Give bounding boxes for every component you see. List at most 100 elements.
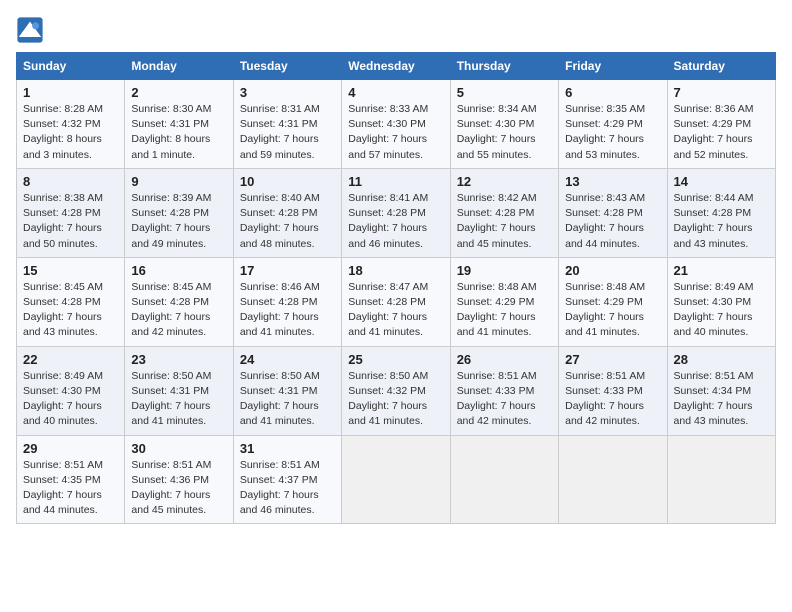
day-detail: Sunrise: 8:40 AMSunset: 4:28 PMDaylight:… [240, 191, 335, 252]
day-number: 14 [674, 174, 769, 189]
day-number: 12 [457, 174, 552, 189]
calendar-cell [667, 435, 775, 524]
day-number: 28 [674, 352, 769, 367]
day-number: 4 [348, 85, 443, 100]
day-number: 7 [674, 85, 769, 100]
day-detail: Sunrise: 8:39 AMSunset: 4:28 PMDaylight:… [131, 191, 226, 252]
calendar-cell: 7 Sunrise: 8:36 AMSunset: 4:29 PMDaylight… [667, 80, 775, 169]
day-detail: Sunrise: 8:50 AMSunset: 4:31 PMDaylight:… [131, 369, 226, 430]
day-number: 10 [240, 174, 335, 189]
calendar-cell: 12Sunrise: 8:42 AMSunset: 4:28 PMDayligh… [450, 168, 558, 257]
header [16, 16, 776, 44]
day-number: 9 [131, 174, 226, 189]
day-number: 27 [565, 352, 660, 367]
day-number: 6 [565, 85, 660, 100]
weekday-header-monday: Monday [125, 53, 233, 80]
day-number: 2 [131, 85, 226, 100]
calendar-cell: 25 Sunrise: 8:50 AMSunset: 4:32 PMDayligh… [342, 346, 450, 435]
day-number: 3 [240, 85, 335, 100]
day-detail: Sunrise: 8:51 AMSunset: 4:33 PMDaylight:… [457, 369, 552, 430]
calendar-week-5: 29 Sunrise: 8:51 AMSunset: 4:35 PMDayligh… [17, 435, 776, 524]
calendar-cell: 14 Sunrise: 8:44 AMSunset: 4:28 PMDayligh… [667, 168, 775, 257]
day-number: 26 [457, 352, 552, 367]
day-detail: Sunrise: 8:51 AMSunset: 4:37 PMDaylight:… [240, 458, 335, 519]
weekday-header-tuesday: Tuesday [233, 53, 341, 80]
day-number: 24 [240, 352, 335, 367]
calendar-cell: 19 Sunrise: 8:48 AMSunset: 4:29 PMDayligh… [450, 257, 558, 346]
calendar-cell: 3 Sunrise: 8:31 AMSunset: 4:31 PMDaylight… [233, 80, 341, 169]
day-number: 25 [348, 352, 443, 367]
day-detail: Sunrise: 8:41 AMSunset: 4:28 PMDaylight:… [348, 191, 443, 252]
day-number: 29 [23, 441, 118, 456]
day-detail: Sunrise: 8:51 AMSunset: 4:34 PMDaylight:… [674, 369, 769, 430]
day-number: 20 [565, 263, 660, 278]
day-number: 23 [131, 352, 226, 367]
calendar-cell: 2 Sunrise: 8:30 AMSunset: 4:31 PMDaylight… [125, 80, 233, 169]
day-number: 13 [565, 174, 660, 189]
day-detail: Sunrise: 8:49 AMSunset: 4:30 PMDaylight:… [674, 280, 769, 341]
calendar-week-1: 1Sunrise: 8:28 AMSunset: 4:32 PMDaylight… [17, 80, 776, 169]
day-detail: Sunrise: 8:51 AMSunset: 4:36 PMDaylight:… [131, 458, 226, 519]
day-number: 11 [348, 174, 443, 189]
calendar-week-2: 8 Sunrise: 8:38 AMSunset: 4:28 PMDaylight… [17, 168, 776, 257]
calendar-cell: 5 Sunrise: 8:34 AMSunset: 4:30 PMDaylight… [450, 80, 558, 169]
weekday-header-wednesday: Wednesday [342, 53, 450, 80]
calendar-cell: 26 Sunrise: 8:51 AMSunset: 4:33 PMDayligh… [450, 346, 558, 435]
calendar-cell: 22Sunrise: 8:49 AMSunset: 4:30 PMDayligh… [17, 346, 125, 435]
day-number: 19 [457, 263, 552, 278]
day-detail: Sunrise: 8:49 AMSunset: 4:30 PMDaylight:… [23, 369, 118, 430]
weekday-header-friday: Friday [559, 53, 667, 80]
day-number: 17 [240, 263, 335, 278]
calendar-table: SundayMondayTuesdayWednesdayThursdayFrid… [16, 52, 776, 524]
calendar-cell: 20 Sunrise: 8:48 AMSunset: 4:29 PMDayligh… [559, 257, 667, 346]
day-detail: Sunrise: 8:50 AMSunset: 4:31 PMDaylight:… [240, 369, 335, 430]
day-detail: Sunrise: 8:45 AMSunset: 4:28 PMDaylight:… [23, 280, 118, 341]
day-number: 21 [674, 263, 769, 278]
day-detail: Sunrise: 8:31 AMSunset: 4:31 PMDaylight:… [240, 102, 335, 163]
calendar-cell: 21 Sunrise: 8:49 AMSunset: 4:30 PMDayligh… [667, 257, 775, 346]
calendar-cell: 27 Sunrise: 8:51 AMSunset: 4:33 PMDayligh… [559, 346, 667, 435]
calendar-cell: 10 Sunrise: 8:40 AMSunset: 4:28 PMDayligh… [233, 168, 341, 257]
day-detail: Sunrise: 8:48 AMSunset: 4:29 PMDaylight:… [457, 280, 552, 341]
calendar-cell [342, 435, 450, 524]
weekday-header-saturday: Saturday [667, 53, 775, 80]
calendar-cell: 23 Sunrise: 8:50 AMSunset: 4:31 PMDayligh… [125, 346, 233, 435]
calendar-week-3: 15 Sunrise: 8:45 AMSunset: 4:28 PMDayligh… [17, 257, 776, 346]
calendar-cell: 24 Sunrise: 8:50 AMSunset: 4:31 PMDayligh… [233, 346, 341, 435]
day-detail: Sunrise: 8:48 AMSunset: 4:29 PMDaylight:… [565, 280, 660, 341]
calendar-cell: 1Sunrise: 8:28 AMSunset: 4:32 PMDaylight… [17, 80, 125, 169]
calendar-cell: 30 Sunrise: 8:51 AMSunset: 4:36 PMDayligh… [125, 435, 233, 524]
calendar-cell: 16 Sunrise: 8:45 AMSunset: 4:28 PMDayligh… [125, 257, 233, 346]
day-detail: Sunrise: 8:43 AMSunset: 4:28 PMDaylight:… [565, 191, 660, 252]
day-detail: Sunrise: 8:44 AMSunset: 4:28 PMDaylight:… [674, 191, 769, 252]
logo [16, 16, 48, 44]
weekday-header-thursday: Thursday [450, 53, 558, 80]
day-detail: Sunrise: 8:51 AMSunset: 4:35 PMDaylight:… [23, 458, 118, 519]
weekday-header-sunday: Sunday [17, 53, 125, 80]
day-number: 30 [131, 441, 226, 456]
calendar-cell: 31 Sunrise: 8:51 AMSunset: 4:37 PMDayligh… [233, 435, 341, 524]
day-detail: Sunrise: 8:30 AMSunset: 4:31 PMDaylight:… [131, 102, 226, 163]
day-detail: Sunrise: 8:38 AMSunset: 4:28 PMDaylight:… [23, 191, 118, 252]
calendar-cell: 17 Sunrise: 8:46 AMSunset: 4:28 PMDayligh… [233, 257, 341, 346]
day-detail: Sunrise: 8:34 AMSunset: 4:30 PMDaylight:… [457, 102, 552, 163]
day-detail: Sunrise: 8:50 AMSunset: 4:32 PMDaylight:… [348, 369, 443, 430]
calendar-cell: 13 Sunrise: 8:43 AMSunset: 4:28 PMDayligh… [559, 168, 667, 257]
day-number: 5 [457, 85, 552, 100]
calendar-cell [559, 435, 667, 524]
day-detail: Sunrise: 8:33 AMSunset: 4:30 PMDaylight:… [348, 102, 443, 163]
day-detail: Sunrise: 8:36 AMSunset: 4:29 PMDaylight:… [674, 102, 769, 163]
day-number: 18 [348, 263, 443, 278]
day-number: 16 [131, 263, 226, 278]
day-detail: Sunrise: 8:46 AMSunset: 4:28 PMDaylight:… [240, 280, 335, 341]
day-detail: Sunrise: 8:45 AMSunset: 4:28 PMDaylight:… [131, 280, 226, 341]
day-detail: Sunrise: 8:47 AMSunset: 4:28 PMDaylight:… [348, 280, 443, 341]
day-number: 8 [23, 174, 118, 189]
day-number: 15 [23, 263, 118, 278]
day-detail: Sunrise: 8:51 AMSunset: 4:33 PMDaylight:… [565, 369, 660, 430]
day-number: 31 [240, 441, 335, 456]
calendar-cell: 4 Sunrise: 8:33 AMSunset: 4:30 PMDaylight… [342, 80, 450, 169]
calendar-cell: 29 Sunrise: 8:51 AMSunset: 4:35 PMDayligh… [17, 435, 125, 524]
calendar-cell: 6Sunrise: 8:35 AMSunset: 4:29 PMDaylight… [559, 80, 667, 169]
day-detail: Sunrise: 8:28 AMSunset: 4:32 PMDaylight:… [23, 102, 118, 163]
